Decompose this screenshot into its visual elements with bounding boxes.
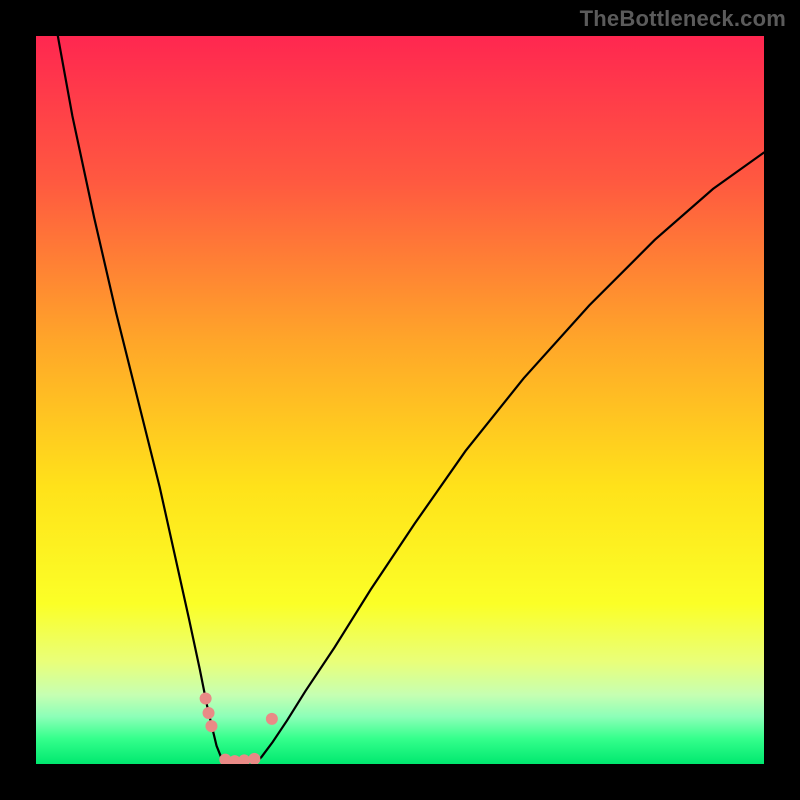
highlight-marker bbox=[203, 707, 215, 719]
highlight-marker bbox=[248, 753, 260, 764]
curves-layer bbox=[36, 36, 764, 764]
watermark-text: TheBottleneck.com bbox=[580, 6, 786, 32]
highlight-marker bbox=[200, 692, 212, 704]
chart-frame: TheBottleneck.com bbox=[0, 0, 800, 800]
series-right-branch bbox=[254, 152, 764, 764]
highlight-marker bbox=[205, 720, 217, 732]
series-left-branch bbox=[58, 36, 225, 764]
highlight-marker bbox=[266, 713, 278, 725]
plot-area bbox=[36, 36, 764, 764]
